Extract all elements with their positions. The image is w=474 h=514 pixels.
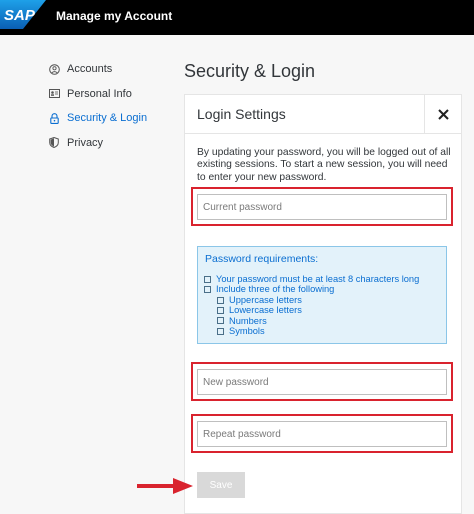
sidebar: Accounts Personal Info Security & Login …	[48, 57, 178, 155]
checkbox-icon	[217, 306, 224, 314]
checkbox-icon	[204, 286, 211, 294]
page-title: Security & Login	[184, 61, 316, 81]
close-button[interactable]	[424, 95, 461, 134]
shield-icon	[48, 137, 60, 149]
svg-text:SAP: SAP	[4, 7, 36, 24]
info-text: By updating your password, you will be l…	[197, 147, 451, 183]
sidebar-item-label: Personal Info	[67, 87, 132, 100]
sidebar-item-label: Privacy	[67, 136, 104, 149]
current-password-field[interactable]	[197, 194, 447, 220]
dialog-header: Login Settings	[185, 95, 461, 134]
save-button[interactable]: Save	[197, 472, 245, 498]
dialog-title: Login Settings	[197, 106, 286, 122]
sidebar-item-accounts[interactable]: Accounts	[48, 57, 178, 82]
close-icon	[437, 109, 449, 120]
checkbox-icon	[217, 327, 224, 335]
requirement-subitem: Lowercase letters	[204, 305, 419, 315]
app-title: Manage my Account	[56, 9, 173, 23]
repeat-password-field[interactable]	[197, 421, 447, 447]
requirement-subitem: Numbers	[204, 316, 419, 326]
arrow-icon	[137, 478, 193, 494]
requirement-item: Your password must be at least 8 charact…	[204, 274, 419, 284]
id-card-icon	[48, 88, 60, 100]
new-password-field[interactable]	[197, 369, 447, 395]
top-bar: SAP Manage my Account	[0, 0, 474, 35]
sap-logo[interactable]: SAP	[0, 0, 46, 29]
sidebar-item-label: Accounts	[67, 63, 113, 76]
requirement-item: Include three of the following	[204, 284, 419, 294]
requirements-list: Your password must be at least 8 charact…	[204, 274, 419, 336]
sidebar-item-personal-info[interactable]: Personal Info	[48, 82, 178, 107]
checkbox-icon	[217, 296, 224, 304]
checkbox-icon	[217, 317, 224, 325]
requirements-title: Password requirements:	[205, 253, 319, 265]
sidebar-item-security-login[interactable]: Security & Login	[48, 106, 178, 131]
requirement-subitem: Symbols	[204, 326, 419, 336]
checkbox-icon	[204, 275, 211, 283]
sidebar-item-label: Security & Login	[67, 112, 148, 125]
sidebar-item-privacy[interactable]: Privacy	[48, 131, 178, 156]
password-requirements: Password requirements: Your password mus…	[197, 246, 447, 344]
user-icon	[48, 63, 60, 75]
requirement-subitem: Uppercase letters	[204, 295, 419, 305]
lock-icon	[48, 112, 60, 124]
